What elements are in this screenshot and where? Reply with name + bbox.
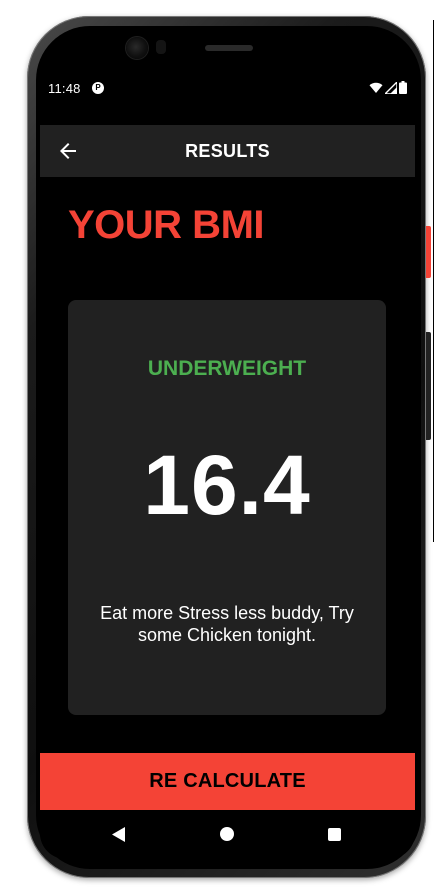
- volume-button[interactable]: [426, 332, 431, 440]
- system-nav-bar: [40, 810, 415, 859]
- nav-recent-icon[interactable]: [328, 828, 341, 841]
- bmi-heading: YOUR BMI: [68, 203, 265, 247]
- bmi-category-label: UNDERWEIGHT: [147, 357, 307, 380]
- nav-back-icon[interactable]: [112, 827, 125, 842]
- result-card: UNDERWEIGHT 16.4 Eat more Stress less bu…: [68, 300, 386, 715]
- media-app-icon: P: [92, 82, 104, 94]
- app-bar: RESULTS: [40, 125, 415, 177]
- signal-icon: [385, 81, 397, 94]
- edge-divider: [433, 20, 434, 542]
- page-title: RESULTS: [185, 141, 270, 161]
- proximity-sensor: [156, 40, 166, 54]
- status-time: 11:48: [48, 81, 81, 96]
- status-bar: 11:48 P: [40, 67, 415, 111]
- app-screen: 11:48 P RESULTS YOUR BMI UNDERWEIGHT 16.…: [40, 67, 415, 859]
- front-camera: [126, 37, 148, 59]
- bmi-value: 16.4: [143, 438, 311, 532]
- status-icons: [369, 81, 407, 94]
- recalculate-button[interactable]: RE CALCULATE: [40, 753, 415, 810]
- nav-home-icon[interactable]: [220, 827, 234, 841]
- wifi-icon: [369, 82, 383, 93]
- earpiece-speaker: [205, 45, 253, 51]
- power-button[interactable]: [426, 226, 431, 278]
- bmi-advice-text: Eat more Stress less buddy, Try some Chi…: [100, 603, 354, 645]
- battery-icon: [399, 81, 407, 94]
